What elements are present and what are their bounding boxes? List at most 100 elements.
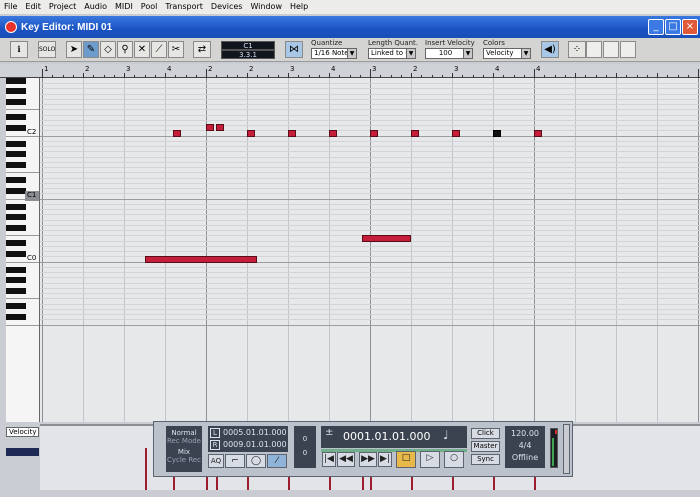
black-key[interactable] <box>6 250 26 257</box>
master-button[interactable]: Master <box>471 441 500 452</box>
stop-button[interactable]: □ <box>396 451 416 468</box>
click-button[interactable]: Click <box>471 428 500 439</box>
ruler-label: 3 <box>454 65 459 73</box>
black-key[interactable] <box>6 88 26 94</box>
midi-note[interactable] <box>247 129 256 137</box>
menu-audio[interactable]: Audio <box>84 0 107 14</box>
midi-note[interactable] <box>361 234 411 242</box>
menu-pool[interactable]: Pool <box>141 0 158 14</box>
black-key[interactable] <box>6 98 26 105</box>
midi-note[interactable] <box>370 129 379 137</box>
midi-note[interactable] <box>411 129 420 137</box>
auto-quantize-button[interactable]: AQ <box>208 454 224 468</box>
black-key[interactable] <box>6 313 26 320</box>
midi-note[interactable] <box>206 124 215 132</box>
auto-scroll-button[interactable]: ⇄ <box>193 41 211 58</box>
menu-transport[interactable]: Transport <box>165 0 203 14</box>
midi-note[interactable] <box>329 129 338 137</box>
menu-devices[interactable]: Devices <box>211 0 243 14</box>
black-key[interactable] <box>6 151 26 157</box>
goto-start-button[interactable]: |◀ <box>322 452 336 467</box>
blank-button[interactable] <box>620 41 636 58</box>
menu-project[interactable]: Project <box>49 0 76 14</box>
black-key[interactable] <box>6 187 26 194</box>
length-quantize-select[interactable]: Linked to Q ▼ <box>368 48 416 59</box>
info-button[interactable]: i <box>10 41 28 58</box>
key-label: C0 <box>27 254 37 262</box>
black-key[interactable] <box>6 114 26 121</box>
black-key[interactable] <box>6 203 26 210</box>
velocity-bar[interactable] <box>144 448 147 490</box>
left-locator[interactable]: 0005.01.01.000 <box>223 428 287 437</box>
note-grid[interactable] <box>40 78 700 422</box>
menu-window[interactable]: Window <box>250 0 282 14</box>
goto-end-button[interactable]: ▶| <box>378 452 392 467</box>
black-key[interactable] <box>6 161 26 168</box>
transport-scroll[interactable] <box>563 424 570 474</box>
midi-note[interactable] <box>144 255 258 263</box>
snap-button[interactable]: ⋈ <box>285 41 303 58</box>
fast-forward-button[interactable]: ▶▶ <box>359 452 377 467</box>
zoom-tool[interactable]: ⚲ <box>117 41 133 58</box>
edit-in-place-button[interactable]: ⁘ <box>568 41 586 58</box>
black-key[interactable] <box>6 303 26 310</box>
window-title: Key Editor: MIDI 01 <box>21 21 113 33</box>
controller-select[interactable]: Velocity <box>6 427 39 437</box>
black-key[interactable] <box>6 214 26 220</box>
object-selection-tool[interactable]: ➤ <box>66 41 82 58</box>
menu-midi[interactable]: MIDI <box>115 0 133 14</box>
record-mode-value[interactable]: Normal <box>166 429 202 437</box>
black-key[interactable] <box>6 287 26 294</box>
menu-edit[interactable]: Edit <box>25 0 41 14</box>
play-button[interactable]: ▷ <box>420 451 440 468</box>
midi-note[interactable] <box>493 129 502 137</box>
record-button[interactable]: ○ <box>444 451 464 468</box>
close-icon[interactable]: × <box>682 19 698 35</box>
quantize-select[interactable]: 1/16 Note ▼ <box>311 48 357 59</box>
post-roll-value[interactable]: 0 <box>294 449 316 457</box>
punch-out-button[interactable]: ⁄ <box>267 454 287 468</box>
midi-note[interactable] <box>288 129 297 137</box>
black-key[interactable] <box>6 140 26 147</box>
minimize-icon[interactable]: _ <box>648 19 664 35</box>
black-key[interactable] <box>6 224 26 231</box>
blank-button[interactable] <box>603 41 619 58</box>
punch-in-button[interactable]: ⌐ <box>225 454 245 468</box>
menu-help[interactable]: Help <box>290 0 308 14</box>
time-signature-value[interactable]: 4/4 <box>505 441 545 450</box>
black-key[interactable] <box>6 240 26 247</box>
ruler[interactable]: 1 2 3 4 2 2 3 4 3 2 3 4 4 <box>40 64 700 78</box>
draw-tool[interactable]: ✎ <box>83 41 99 58</box>
acoustic-feedback-button[interactable]: ◀) <box>541 41 559 58</box>
cycle-button[interactable]: ◯ <box>246 454 266 468</box>
transport-position[interactable]: 0001.01.01.000 <box>343 430 430 443</box>
black-key[interactable] <box>6 78 26 84</box>
right-locator[interactable]: 0009.01.01.000 <box>223 440 287 449</box>
mute-tool[interactable]: ✕ <box>134 41 150 58</box>
tempo-value[interactable]: 120.00 <box>505 429 545 438</box>
rewind-button[interactable]: ◀◀ <box>337 452 355 467</box>
black-key[interactable] <box>6 266 26 273</box>
sync-button[interactable]: Sync <box>471 454 500 465</box>
cycle-record-value[interactable]: Mix <box>166 448 202 456</box>
midi-note[interactable] <box>452 129 461 137</box>
pre-roll-value[interactable]: 0 <box>294 435 316 443</box>
solo-button[interactable]: SOLO <box>38 41 56 58</box>
midi-note[interactable] <box>534 129 543 137</box>
split-tool[interactable]: ✂ <box>168 41 184 58</box>
insert-velocity-select[interactable]: 100 ▼ <box>425 48 473 59</box>
glue-tool[interactable]: ⟋ <box>151 41 167 58</box>
note-icon[interactable]: ♩ <box>443 428 449 442</box>
midi-note[interactable] <box>173 129 182 137</box>
menu-file[interactable]: File <box>4 0 17 14</box>
plus-icon[interactable]: ± <box>325 427 333 438</box>
black-key[interactable] <box>6 124 26 131</box>
blank-button[interactable] <box>586 41 602 58</box>
black-key[interactable] <box>6 277 26 283</box>
midi-note[interactable] <box>216 124 225 132</box>
erase-tool[interactable]: ◇ <box>100 41 116 58</box>
piano-keyboard[interactable]: C2 C1 C0 <box>6 78 40 422</box>
colors-select[interactable]: Velocity ▼ <box>483 48 531 59</box>
maximize-icon[interactable]: □ <box>665 19 681 35</box>
black-key[interactable] <box>6 177 26 184</box>
